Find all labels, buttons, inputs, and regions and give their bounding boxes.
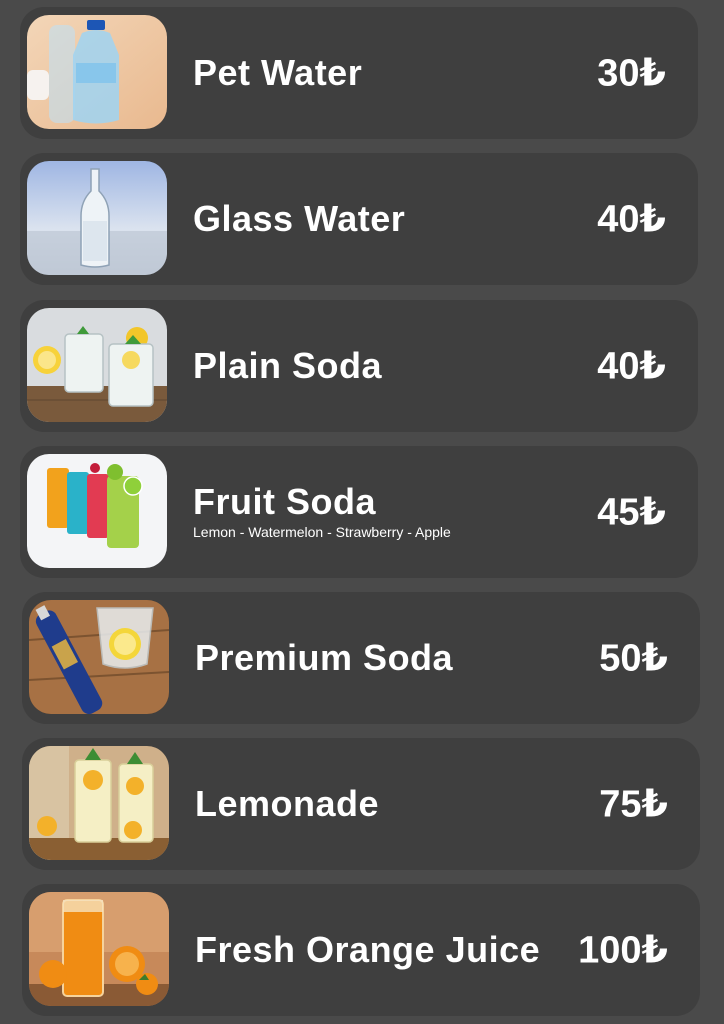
item-price: 45₺ <box>597 491 666 534</box>
menu-item-lemonade[interactable]: Lemonade 75₺ <box>22 738 700 870</box>
item-price: 75₺ <box>599 783 668 826</box>
menu-item-fresh-orange-juice[interactable]: Fresh Orange Juice 100₺ <box>22 884 700 1016</box>
item-name: Pet Water <box>193 52 363 93</box>
fruit-soda-glasses-image <box>27 454 167 568</box>
item-flavors: Lemon - Watermelon - Strawberry - Apple <box>193 524 451 540</box>
item-price: 30₺ <box>597 52 666 95</box>
item-name: Fresh Orange Juice <box>195 929 541 970</box>
item-name: Plain Soda <box>193 345 383 386</box>
drinks-menu: Pet Water 30₺ Glass Water 40₺ Plain Soda… <box>0 0 724 1024</box>
lemonade-glasses-image <box>29 746 169 860</box>
item-name: Premium Soda <box>195 637 454 678</box>
menu-item-plain-soda[interactable]: Plain Soda 40₺ <box>20 300 698 432</box>
item-name: Lemonade <box>195 783 380 824</box>
item-name-group: Fruit Soda Lemon - Watermelon - Strawber… <box>193 481 451 541</box>
premium-soda-bottle-image <box>29 600 169 714</box>
plain-soda-glasses-image <box>27 308 167 422</box>
glass-water-bottle-image <box>27 161 167 275</box>
item-name: Fruit Soda <box>193 481 376 522</box>
item-name: Glass Water <box>193 198 406 239</box>
menu-item-pet-water[interactable]: Pet Water 30₺ <box>20 7 698 139</box>
pet-water-bottle-image <box>27 15 167 129</box>
menu-item-glass-water[interactable]: Glass Water 40₺ <box>20 153 698 285</box>
item-price: 100₺ <box>578 929 668 972</box>
orange-juice-glass-image <box>29 892 169 1006</box>
item-price: 40₺ <box>597 198 666 241</box>
item-price: 50₺ <box>599 637 668 680</box>
item-price: 40₺ <box>597 345 666 388</box>
menu-item-premium-soda[interactable]: Premium Soda 50₺ <box>22 592 700 724</box>
menu-item-fruit-soda[interactable]: Fruit Soda Lemon - Watermelon - Strawber… <box>20 446 698 578</box>
